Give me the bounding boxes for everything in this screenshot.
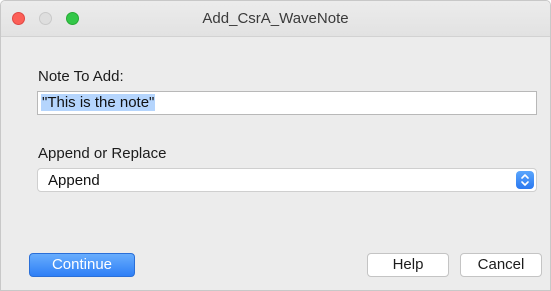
dialog-window: Add_CsrA_WaveNote Note To Add: "This is …	[0, 0, 551, 291]
window-title: Add_CsrA_WaveNote	[202, 10, 349, 27]
append-or-replace-label: Append or Replace	[38, 145, 167, 162]
note-input-value: "This is the note"	[41, 94, 156, 111]
title-bar[interactable]: Add_CsrA_WaveNote	[1, 1, 550, 37]
note-label: Note To Add:	[38, 68, 124, 85]
append-or-replace-select[interactable]: Append	[37, 168, 537, 192]
up-down-chevron-icon[interactable]	[516, 171, 534, 189]
continue-button[interactable]: Continue	[29, 253, 135, 277]
cancel-button[interactable]: Cancel	[460, 253, 542, 277]
note-input[interactable]: "This is the note"	[37, 91, 537, 115]
help-button[interactable]: Help	[367, 253, 449, 277]
append-or-replace-value: Append	[48, 172, 100, 189]
